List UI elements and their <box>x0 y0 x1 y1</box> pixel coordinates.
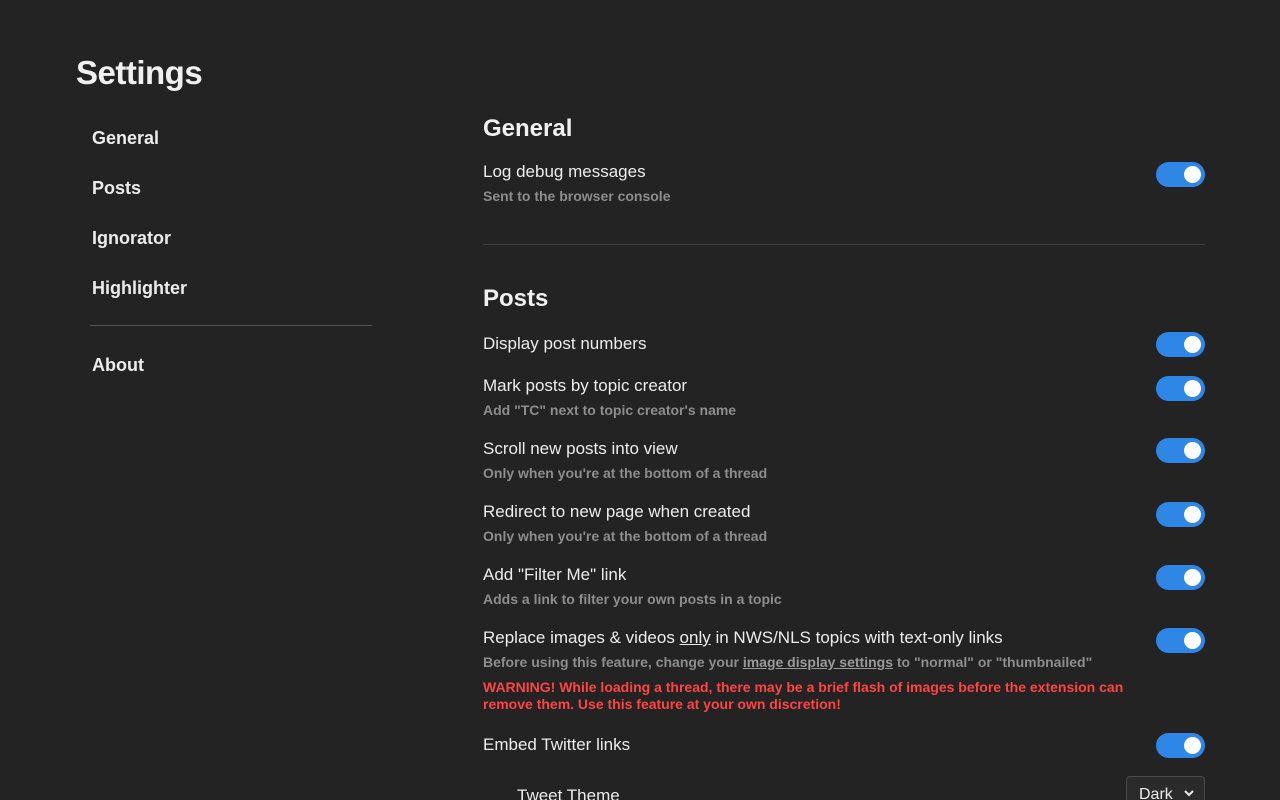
section-divider <box>483 244 1205 245</box>
setting-label: Redirect to new page when created <box>483 502 751 521</box>
setting-description: Only when you're at the bottom of a thre… <box>483 465 768 481</box>
embed-twitter-toggle[interactable] <box>1156 733 1205 758</box>
label-emphasis: only <box>679 628 711 647</box>
sidebar-item-ignorator[interactable]: Ignorator <box>92 228 171 249</box>
setting-redirect-new-page: Redirect to new page when created Only w… <box>483 502 1205 544</box>
setting-mark-tc: Mark posts by topic creator Add "TC" nex… <box>483 376 1205 418</box>
tweet-theme-value: Dark <box>1139 786 1173 800</box>
setting-description: Only when you're at the bottom of a thre… <box>483 528 768 544</box>
page-title: Settings <box>76 54 203 91</box>
section-title-posts: Posts <box>483 285 549 312</box>
toggle-knob <box>1184 632 1201 649</box>
setting-label: Log debug messages <box>483 162 646 181</box>
setting-description: Add "TC" next to topic creator's name <box>483 402 737 418</box>
toggle-knob <box>1184 380 1201 397</box>
tweet-theme-select[interactable]: Dark <box>1126 776 1205 800</box>
settings-page: Settings General Posts Ignorator Highlig… <box>0 0 1280 800</box>
redirect-new-page-toggle[interactable] <box>1156 502 1205 527</box>
sidebar-divider <box>90 325 372 326</box>
chevron-down-icon <box>1184 790 1194 797</box>
setting-label: Add "Filter Me" link <box>483 565 627 584</box>
setting-label: Display post numbers <box>483 334 647 353</box>
toggle-knob <box>1184 166 1201 183</box>
toggle-knob <box>1184 506 1201 523</box>
label-text: in NWS/NLS topics with text-only links <box>710 628 1003 647</box>
replace-media-toggle[interactable] <box>1156 628 1205 653</box>
toggle-knob <box>1184 737 1201 754</box>
log-debug-toggle[interactable] <box>1156 162 1205 187</box>
setting-embed-twitter: Embed Twitter links <box>483 733 1205 758</box>
setting-label: Scroll new posts into view <box>483 439 678 458</box>
setting-description: Sent to the browser console <box>483 188 671 204</box>
setting-log-debug: Log debug messages Sent to the browser c… <box>483 162 1205 204</box>
setting-label: Embed Twitter links <box>483 735 631 754</box>
toggle-knob <box>1184 336 1201 353</box>
setting-label: Mark posts by topic creator <box>483 376 688 395</box>
setting-label: Replace images & videos only in NWS/NLS … <box>483 628 1205 648</box>
toggle-knob <box>1184 442 1201 459</box>
setting-description: Before using this feature, change your i… <box>483 654 1092 670</box>
display-post-numbers-toggle[interactable] <box>1156 332 1205 357</box>
section-title-general: General <box>483 115 573 142</box>
sidebar-item-general[interactable]: General <box>92 128 159 149</box>
setting-display-post-numbers: Display post numbers <box>483 332 1205 357</box>
desc-text: to "normal" or "thumbnailed" <box>893 654 1093 670</box>
setting-replace-media: Replace images & videos only in NWS/NLS … <box>483 628 1205 712</box>
setting-description: Adds a link to filter your own posts in … <box>483 591 782 607</box>
tweet-theme-label: Tweet Theme <box>517 786 620 800</box>
filter-me-toggle[interactable] <box>1156 565 1205 590</box>
sidebar-item-about[interactable]: About <box>92 355 144 376</box>
sidebar-item-highlighter[interactable]: Highlighter <box>92 278 187 299</box>
label-text: Replace images & videos <box>483 628 680 647</box>
toggle-knob <box>1184 569 1201 586</box>
mark-tc-toggle[interactable] <box>1156 376 1205 401</box>
warning-message: WARNING! While loading a thread, there m… <box>483 679 1124 712</box>
setting-scroll-new-posts: Scroll new posts into view Only when you… <box>483 438 1205 481</box>
scroll-new-posts-toggle[interactable] <box>1156 438 1205 463</box>
sidebar-item-posts[interactable]: Posts <box>92 178 141 199</box>
setting-filter-me: Add "Filter Me" link Adds a link to filt… <box>483 565 1205 607</box>
desc-text: Before using this feature, change your <box>483 654 743 670</box>
image-display-settings-link[interactable]: image display settings <box>743 654 893 670</box>
